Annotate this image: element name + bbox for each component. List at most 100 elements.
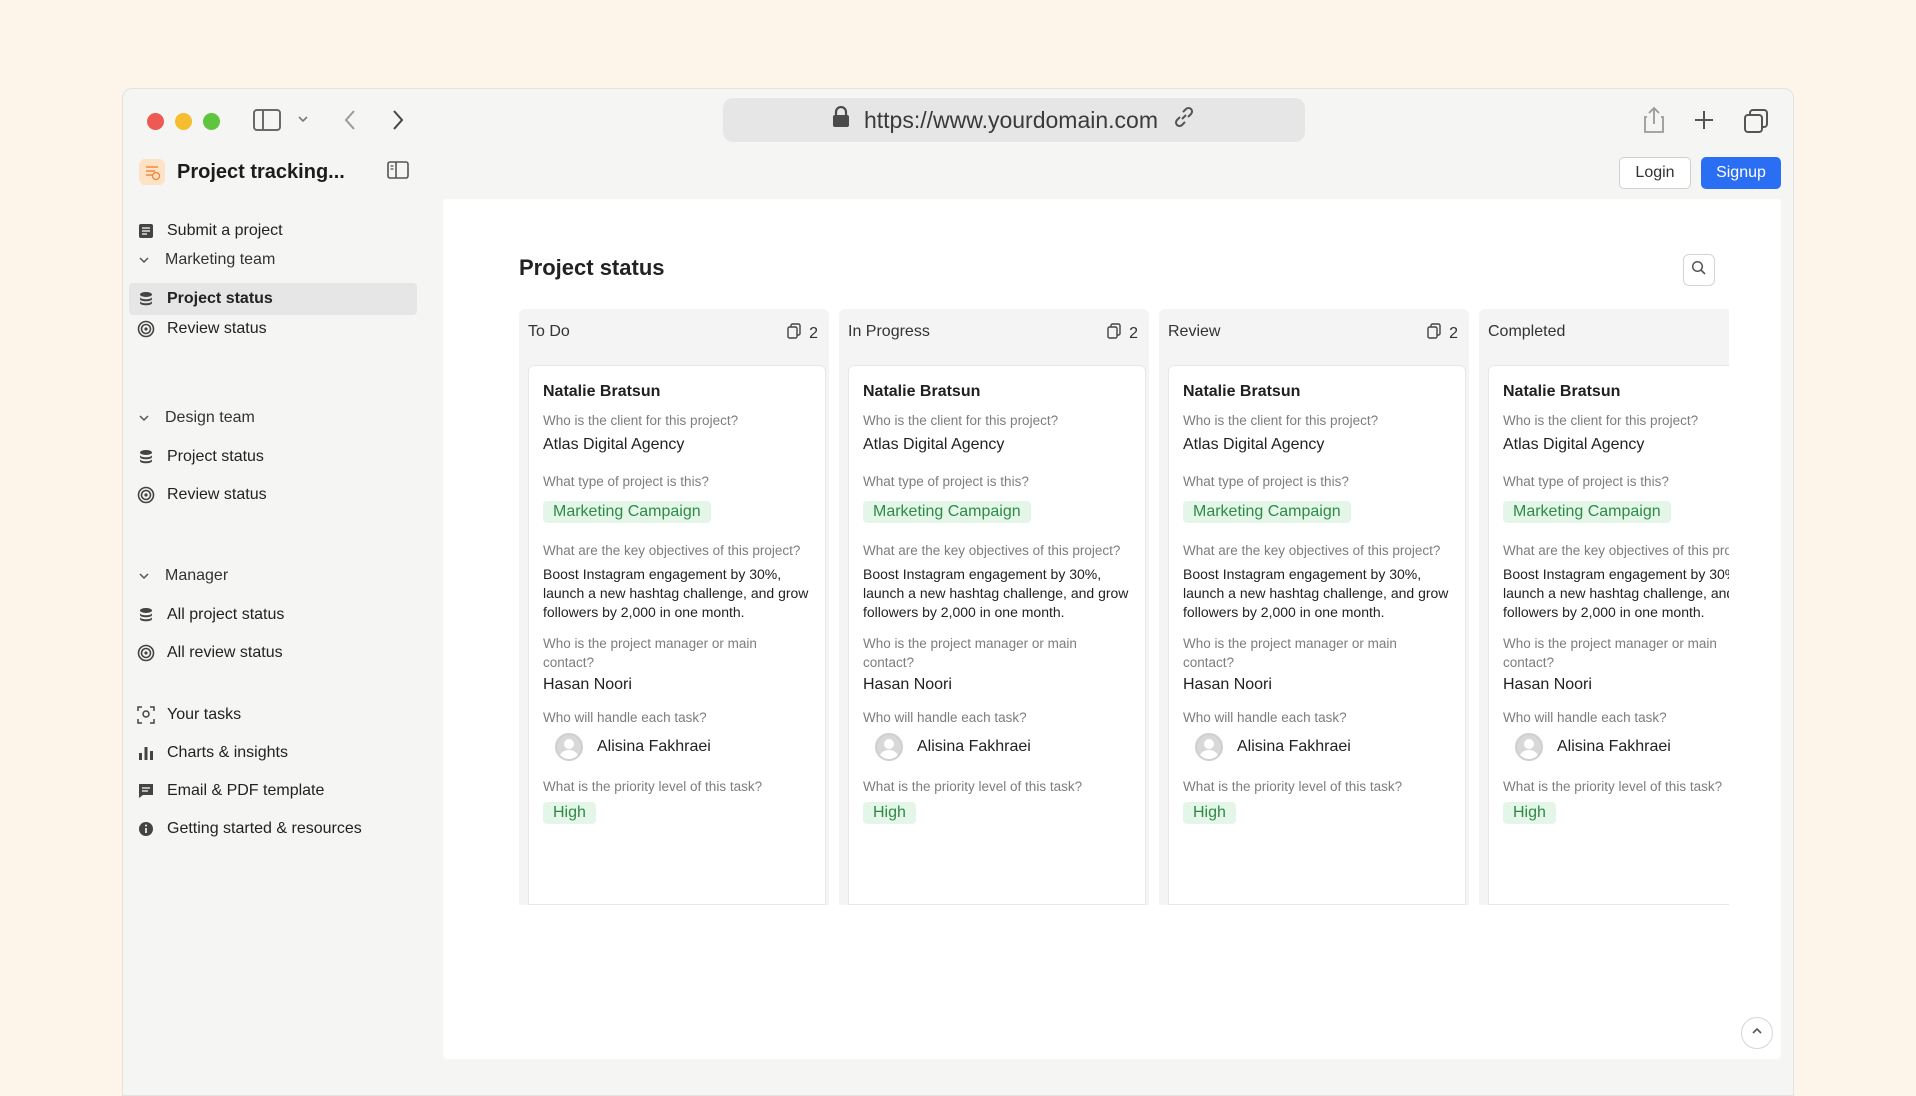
answer-objectives: Boost Instagram engagement by 30%, launc… bbox=[543, 566, 809, 620]
scroll-to-top-button[interactable] bbox=[1741, 1017, 1773, 1049]
question-client: Who is the client for this project? bbox=[543, 413, 739, 428]
new-tab-icon[interactable] bbox=[1693, 109, 1715, 131]
project-type-tag: Marketing Campaign bbox=[543, 501, 711, 523]
project-card[interactable]: Natalie Bratsun Who is the client for th… bbox=[1168, 365, 1466, 905]
priority-tag: High bbox=[1183, 802, 1236, 824]
signup-button[interactable]: Signup bbox=[1701, 157, 1781, 189]
column-count-value: 2 bbox=[809, 324, 818, 342]
avatar bbox=[555, 733, 583, 761]
answer-manager: Hasan Noori bbox=[543, 676, 632, 693]
card-title: Natalie Bratsun bbox=[543, 383, 661, 400]
address-bar[interactable]: https://www.yourdomain.com bbox=[723, 98, 1305, 142]
sidebar-toggle-icon[interactable] bbox=[253, 109, 281, 131]
group-marketing-team[interactable]: Marketing team bbox=[135, 251, 275, 269]
cards-count-icon bbox=[1107, 323, 1121, 344]
handler-name: Alisina Fakhraei bbox=[597, 738, 711, 755]
avatar bbox=[1515, 733, 1543, 761]
priority-tag: High bbox=[1503, 802, 1556, 824]
sidebar-item-all-review-status[interactable]: All review status bbox=[129, 637, 417, 669]
sidebar-item-getting-started[interactable]: Getting started & resources bbox=[129, 813, 417, 845]
maximize-window-button[interactable] bbox=[203, 113, 220, 130]
forward-arrow-icon[interactable] bbox=[391, 109, 405, 131]
handler-name: Alisina Fakhraei bbox=[1557, 738, 1671, 755]
chevron-down-icon bbox=[135, 567, 153, 585]
project-type-tag: Marketing Campaign bbox=[863, 501, 1031, 523]
handler-name: Alisina Fakhraei bbox=[1237, 738, 1351, 755]
bar-chart-icon bbox=[137, 744, 155, 762]
sidebar-item-label: All project status bbox=[167, 606, 285, 623]
share-icon[interactable] bbox=[1643, 106, 1665, 134]
login-button[interactable]: Login bbox=[1619, 157, 1691, 189]
question-client: Who is the client for this project? bbox=[1183, 413, 1379, 428]
column-header: To Do 2 bbox=[528, 323, 818, 344]
browser-window: https://www.yourdomain.com Project track… bbox=[122, 88, 1794, 1096]
sidebar-item-label: All review status bbox=[167, 644, 283, 661]
column-title: Completed bbox=[1488, 323, 1566, 340]
column-count-value: 2 bbox=[1129, 324, 1138, 342]
column-header: Review 2 bbox=[1168, 323, 1458, 344]
sidebar-item-label: Your tasks bbox=[167, 706, 242, 723]
group-design-team[interactable]: Design team bbox=[135, 409, 255, 427]
answer-manager: Hasan Noori bbox=[1183, 676, 1272, 693]
target-icon bbox=[137, 486, 155, 504]
chevron-down-icon[interactable] bbox=[297, 113, 309, 125]
back-arrow-icon[interactable] bbox=[343, 109, 357, 131]
question-manager: Who is the project manager or main conta… bbox=[1503, 636, 1717, 670]
url-text: https://www.yourdomain.com bbox=[863, 106, 1158, 133]
group-label: Design team bbox=[165, 409, 255, 426]
sidebar-item-email-pdf-template[interactable]: Email & PDF template bbox=[129, 775, 417, 807]
message-icon bbox=[137, 782, 155, 800]
chevron-down-icon bbox=[135, 251, 153, 269]
group-manager[interactable]: Manager bbox=[135, 567, 228, 585]
question-priority: What is the priority level of this task? bbox=[863, 779, 1083, 794]
column-count: 2 bbox=[1427, 323, 1458, 344]
question-priority: What is the priority level of this task? bbox=[543, 779, 763, 794]
sidebar-item-design-project-status[interactable]: Project status bbox=[129, 441, 417, 473]
project-card[interactable]: Natalie Bratsun Who is the client for th… bbox=[528, 365, 826, 905]
task-handler: Alisina Fakhraei bbox=[543, 733, 811, 761]
target-icon bbox=[137, 320, 155, 338]
tabs-overview-icon[interactable] bbox=[1743, 108, 1769, 134]
search-icon bbox=[1691, 260, 1707, 281]
avatar bbox=[875, 733, 903, 761]
chevron-down-icon bbox=[135, 409, 153, 427]
task-handler: Alisina Fakhraei bbox=[1503, 733, 1729, 761]
app-name: Project tracking... bbox=[177, 160, 345, 183]
sidebar-item-all-project-status[interactable]: All project status bbox=[129, 599, 417, 631]
sidebar-item-design-review-status[interactable]: Review status bbox=[129, 479, 417, 511]
answer-client: Atlas Digital Agency bbox=[863, 436, 1005, 453]
sidebar-item-label: Getting started & resources bbox=[167, 820, 362, 837]
column-header: In Progress 2 bbox=[848, 323, 1138, 344]
avatar bbox=[1195, 733, 1223, 761]
sidebar-item-your-tasks[interactable]: Your tasks bbox=[129, 699, 417, 731]
chevron-up-icon bbox=[1751, 1024, 1763, 1042]
collapse-sidebar-icon[interactable] bbox=[387, 161, 409, 184]
sidebar-item-marketing-review-status[interactable]: Review status bbox=[129, 313, 417, 345]
priority-tag: High bbox=[543, 802, 596, 824]
kanban-column-review: Review 2 Natalie Bratsun Who is the clie… bbox=[1159, 309, 1469, 905]
project-card[interactable]: Natalie Bratsun Who is the client for th… bbox=[1488, 365, 1729, 905]
card-title: Natalie Bratsun bbox=[1183, 383, 1301, 400]
question-type: What type of project is this? bbox=[543, 474, 709, 489]
minimize-window-button[interactable] bbox=[175, 113, 192, 130]
answer-client: Atlas Digital Agency bbox=[1183, 436, 1325, 453]
form-icon bbox=[137, 222, 155, 240]
close-window-button[interactable] bbox=[147, 113, 164, 130]
column-title: Review bbox=[1168, 323, 1221, 340]
sidebar-item-marketing-project-status[interactable]: Project status bbox=[129, 283, 417, 315]
sidebar-item-label: Project status bbox=[167, 290, 273, 307]
sidebar-item-charts-insights[interactable]: Charts & insights bbox=[129, 737, 417, 769]
sidebar-item-submit-project[interactable]: Submit a project bbox=[129, 215, 417, 247]
question-objectives: What are the key objectives of this proj… bbox=[1183, 543, 1441, 558]
question-type: What type of project is this? bbox=[863, 474, 1029, 489]
browser-titlebar: https://www.yourdomain.com bbox=[123, 89, 1793, 153]
search-button[interactable] bbox=[1683, 254, 1715, 286]
task-handler: Alisina Fakhraei bbox=[863, 733, 1131, 761]
priority-tag: High bbox=[863, 802, 916, 824]
project-card[interactable]: Natalie Bratsun Who is the client for th… bbox=[848, 365, 1146, 905]
link-icon[interactable] bbox=[1172, 105, 1196, 135]
question-handler: Who will handle each task? bbox=[543, 710, 707, 725]
column-count: 2 bbox=[1107, 323, 1138, 344]
sidebar-item-label: Review status bbox=[167, 320, 267, 337]
user-focus-icon bbox=[137, 706, 155, 724]
